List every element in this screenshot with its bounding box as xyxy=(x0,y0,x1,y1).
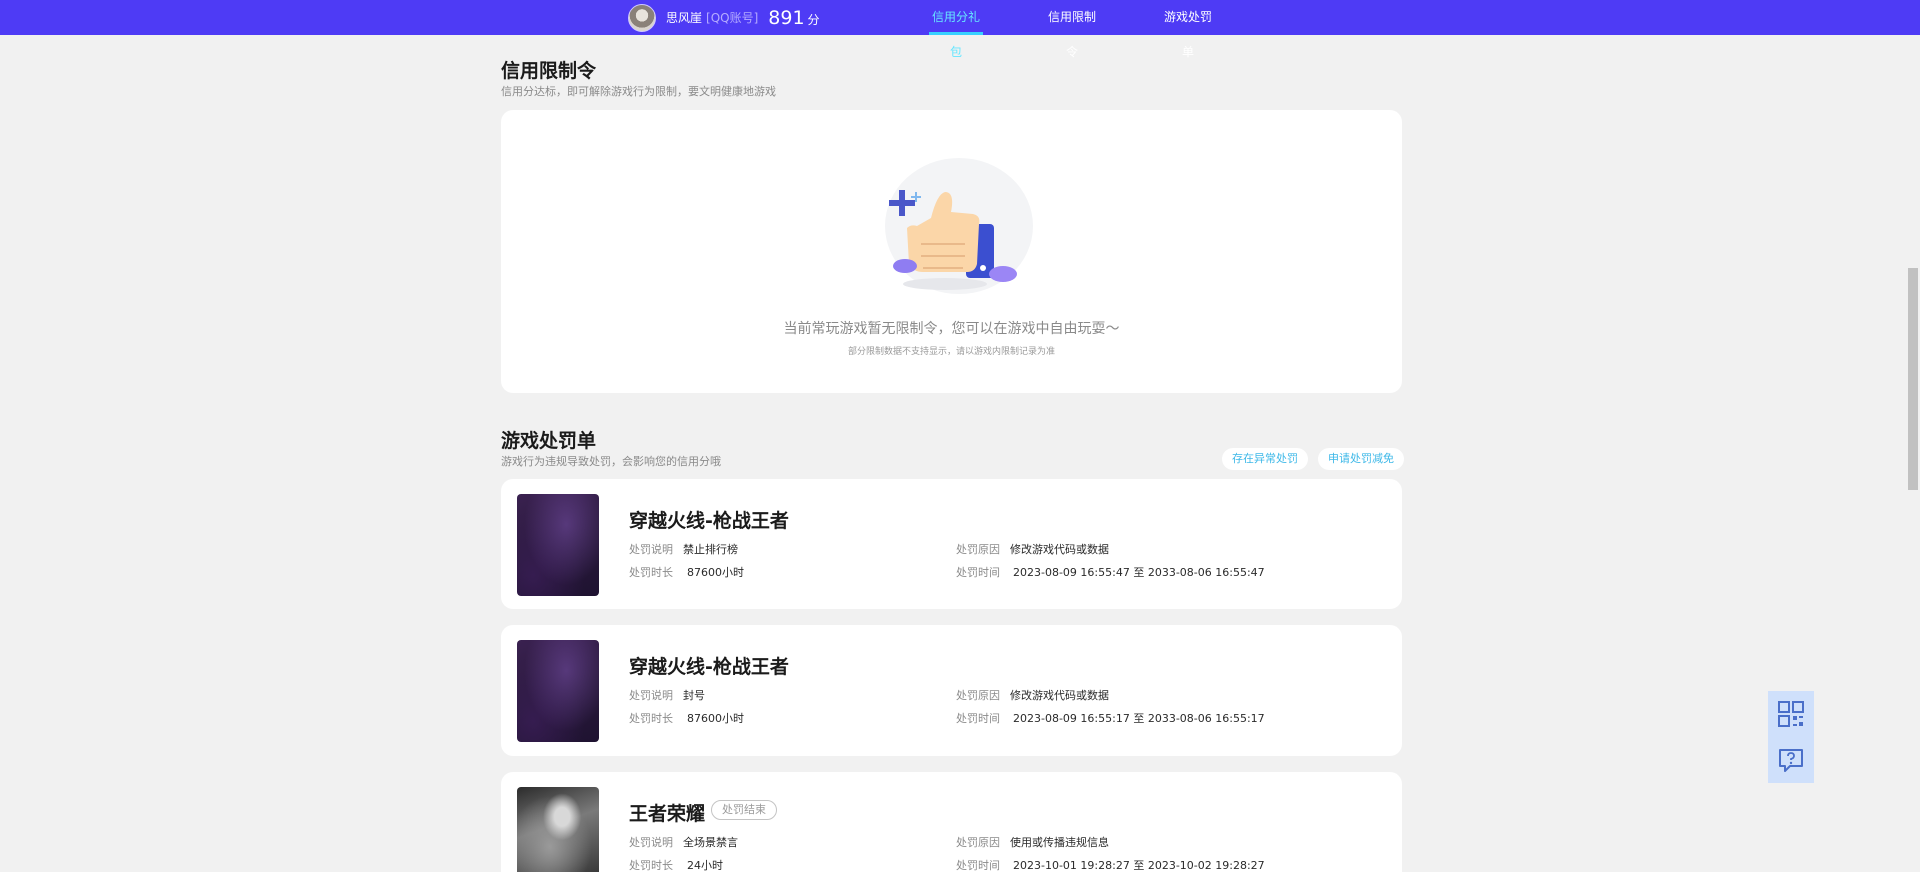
tab-game-penalty[interactable]: 游戏处罚单 xyxy=(1161,0,1215,59)
game-name: 穿越火线-枪战王者 xyxy=(629,656,789,678)
time-label: 处罚时间 xyxy=(956,859,1000,872)
penalty-row[interactable]: 王者荣耀 处罚结束 处罚说明 全场景禁言 处罚时长 24小时 处罚原因 使用或传… xyxy=(501,772,1402,872)
desc-label: 处罚说明 xyxy=(629,689,673,702)
status-badge: 处罚结束 xyxy=(711,800,777,820)
page-scrollbar[interactable] xyxy=(1906,35,1920,872)
tab-credit-gift[interactable]: 信用分礼包 xyxy=(929,0,983,59)
thumbs-up-illustration-icon xyxy=(885,158,1033,294)
game-cover xyxy=(517,494,599,596)
penalty-title: 游戏处罚单 xyxy=(501,430,597,452)
time-value: 2023-08-09 16:55:17 至 2033-08-06 16:55:1… xyxy=(1013,712,1265,725)
duration-value: 24小时 xyxy=(687,859,723,872)
penalty-subtitle: 游戏行为违规导致处罚，会影响您的信用分哦 xyxy=(501,455,721,468)
account-type: [QQ账号] xyxy=(706,11,759,25)
qr-code-button[interactable] xyxy=(1768,691,1814,737)
desc-value: 封号 xyxy=(683,689,705,702)
reason-value: 修改游戏代码或数据 xyxy=(1010,689,1109,702)
tab-credit-restriction[interactable]: 信用限制令 xyxy=(1045,0,1099,59)
feedback-icon xyxy=(1779,749,1803,772)
time-label: 处罚时间 xyxy=(956,566,1000,579)
reason-label: 处罚原因 xyxy=(956,689,1000,702)
desc-label: 处罚说明 xyxy=(629,543,673,556)
time-value: 2023-08-09 16:55:47 至 2033-08-06 16:55:4… xyxy=(1013,566,1265,579)
reason-label: 处罚原因 xyxy=(956,836,1000,849)
game-name: 王者荣耀 xyxy=(629,803,706,825)
duration-label: 处罚时长 xyxy=(629,859,673,872)
report-abnormal-penalty-button[interactable]: 存在异常处罚 xyxy=(1222,448,1308,470)
desc-value: 全场景禁言 xyxy=(683,836,738,849)
reason-value: 使用或传播违规信息 xyxy=(1010,836,1109,849)
username: 思风崖 xyxy=(666,11,703,25)
desc-label: 处罚说明 xyxy=(629,836,673,849)
game-cover xyxy=(517,787,599,872)
empty-note: 部分限制数据不支持显示，请以游戏内限制记录为准 xyxy=(847,347,1055,357)
user-info: 思风崖 [QQ账号] 891 分 xyxy=(628,3,820,32)
reason-value: 修改游戏代码或数据 xyxy=(1010,543,1109,556)
restriction-card: 当前常玩游戏暂无限制令，您可以在游戏中自由玩耍～ 部分限制数据不支持显示，请以游… xyxy=(501,110,1402,393)
feedback-button[interactable] xyxy=(1768,737,1814,783)
restriction-title: 信用限制令 xyxy=(501,60,597,82)
desc-value: 禁止排行榜 xyxy=(683,543,738,556)
duration-value: 87600小时 xyxy=(687,566,744,579)
qr-code-icon xyxy=(1778,701,1804,727)
credit-score: 891 xyxy=(768,6,805,29)
restriction-subtitle: 信用分达标，即可解除游戏行为限制，要文明健康地游戏 xyxy=(501,85,776,98)
duration-label: 处罚时长 xyxy=(629,566,673,579)
penalty-row[interactable]: 穿越火线-枪战王者 处罚说明 封号 处罚时长 87600小时 处罚原因 修改游戏… xyxy=(501,625,1402,756)
time-label: 处罚时间 xyxy=(956,712,1000,725)
score-unit: 分 xyxy=(807,13,820,27)
penalty-row[interactable]: 穿越火线-枪战王者 处罚说明 禁止排行榜 处罚时长 87600小时 处罚原因 修… xyxy=(501,479,1402,609)
scrollbar-thumb[interactable] xyxy=(1908,268,1918,490)
duration-label: 处罚时长 xyxy=(629,712,673,725)
game-cover xyxy=(517,640,599,742)
top-bar: 思风崖 [QQ账号] 891 分 信用分礼包 信用限制令 游戏处罚单 xyxy=(0,0,1920,59)
reason-label: 处罚原因 xyxy=(956,543,1000,556)
time-value: 2023-10-01 19:28:27 至 2023-10-02 19:28:2… xyxy=(1013,859,1265,872)
empty-message: 当前常玩游戏暂无限制令，您可以在游戏中自由玩耍～ xyxy=(783,321,1120,337)
duration-value: 87600小时 xyxy=(687,712,744,725)
apply-penalty-reduction-button[interactable]: 申请处罚减免 xyxy=(1318,448,1404,470)
avatar[interactable] xyxy=(628,3,656,32)
game-name: 穿越火线-枪战王者 xyxy=(629,510,789,532)
